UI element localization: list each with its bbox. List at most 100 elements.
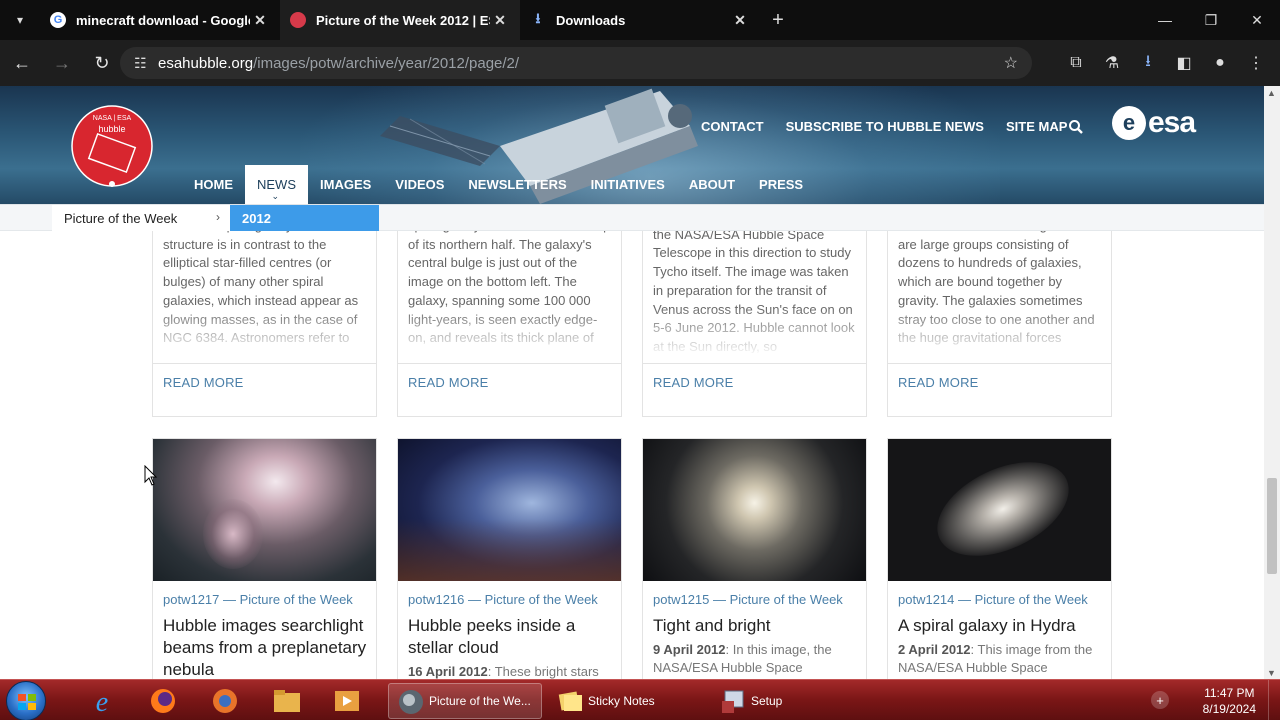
restore-icon[interactable]: ❐: [1188, 0, 1234, 40]
esa-logo[interactable]: e esa: [1112, 106, 1196, 140]
show-desktop-button[interactable]: [1268, 680, 1280, 720]
toolbar-actions: ⧉ ⚗ ⭳ ◧ ● ⋮: [1058, 45, 1274, 81]
nav-news[interactable]: NEWS ⌄: [245, 165, 308, 204]
start-button[interactable]: [6, 681, 46, 720]
play-glyph: [335, 691, 359, 711]
system-clock[interactable]: 11:47 PM 8/19/2024: [1203, 685, 1256, 717]
potw-card[interactable]: potw1215 — Picture of the Week Tight and…: [642, 438, 867, 679]
potw-card[interactable]: potw1216 — Picture of the Week Hubble pe…: [397, 438, 622, 679]
notification-tray-icon[interactable]: +: [1151, 691, 1169, 709]
hubble-icon: [399, 690, 423, 714]
potw-id-link[interactable]: potw1214 — Picture of the Week: [898, 592, 1088, 607]
nav-press[interactable]: PRESS: [747, 165, 815, 204]
tab-title: Picture of the Week 2012 | ESA: [316, 12, 490, 28]
reload-icon[interactable]: ↻: [84, 45, 120, 81]
potw-id-link[interactable]: potw1217 — Picture of the Week: [163, 592, 353, 607]
read-more-link[interactable]: READ MORE: [898, 375, 979, 390]
potw-title[interactable]: Tight and bright: [653, 615, 859, 637]
nebula-thumbnail[interactable]: [153, 439, 376, 581]
ie-icon[interactable]: e: [80, 684, 124, 718]
close-icon[interactable]: ✕: [730, 12, 750, 29]
potw-card[interactable]: potw1217 — Picture of the Week Hubble im…: [152, 438, 377, 679]
nav-newsletters[interactable]: NEWSLETTERS: [456, 165, 578, 204]
site-info-icon[interactable]: ☷: [134, 55, 156, 72]
bookmark-star-icon[interactable]: ☆: [1004, 53, 1018, 73]
read-more-link[interactable]: READ MORE: [408, 375, 489, 390]
firefox-icon[interactable]: [141, 684, 185, 718]
clock-date: 8/19/2024: [1202, 702, 1256, 716]
extensions-icon[interactable]: ⧉: [1058, 45, 1094, 81]
mouse-cursor-icon: [144, 465, 158, 486]
potw-card[interactable]: potw1214 — Picture of the Week A spiral …: [887, 438, 1112, 679]
potw-id-link[interactable]: potw1216 — Picture of the Week: [408, 592, 598, 607]
forward-icon[interactable]: →: [44, 45, 80, 81]
breadcrumb-potw-label: Picture of the Week: [64, 210, 178, 226]
read-more-link[interactable]: READ MORE: [163, 375, 244, 390]
labs-icon[interactable]: ⚗: [1094, 45, 1130, 81]
close-window-icon[interactable]: ✕: [1234, 0, 1280, 40]
close-icon[interactable]: ✕: [250, 12, 270, 29]
file-explorer-icon[interactable]: [265, 684, 309, 718]
task-label: Setup: [751, 694, 783, 708]
menu-icon[interactable]: ⋮: [1238, 45, 1274, 81]
card-excerpt: spiral galaxy and took this close-up of …: [397, 231, 622, 417]
nav-sitemap[interactable]: SITE MAP: [1006, 119, 1067, 134]
scroll-up-icon[interactable]: ▲: [1267, 88, 1276, 98]
video-app-icon[interactable]: [325, 684, 369, 718]
potw-date: 16 April 2012: These bright stars: [408, 663, 614, 679]
stellar-cloud-thumbnail[interactable]: [398, 439, 621, 581]
potw-date-value: 16 April 2012: [408, 664, 488, 679]
potw-id-link[interactable]: potw1215 — Picture of the Week: [653, 592, 843, 607]
breadcrumb-year[interactable]: 2012: [230, 205, 379, 231]
potw-title[interactable]: Hubble images searchlight beams from a p…: [163, 615, 369, 679]
scroll-down-icon[interactable]: ▼: [1267, 668, 1276, 678]
svg-text:e: e: [96, 687, 108, 716]
profile-icon[interactable]: ●: [1202, 45, 1238, 81]
hubble-icon: [290, 12, 306, 28]
potw-title[interactable]: A spiral galaxy in Hydra: [898, 615, 1104, 637]
back-icon[interactable]: ←: [4, 45, 40, 81]
cluster-thumbnail[interactable]: [643, 439, 866, 581]
browser-toolbar: ← → ↻ ☷ esahubble.org/images/potw/archiv…: [0, 40, 1280, 86]
nav-images[interactable]: IMAGES: [308, 165, 383, 204]
nav-videos[interactable]: VIDEOS: [383, 165, 456, 204]
media-player-icon[interactable]: [203, 684, 247, 718]
new-tab-icon[interactable]: +: [760, 9, 796, 32]
tab-google[interactable]: G minecraft download - Google ✕: [40, 0, 280, 40]
tab-search-icon[interactable]: ▾: [0, 0, 40, 40]
galaxy-thumbnail[interactable]: [888, 439, 1111, 581]
nav-subscribe[interactable]: SUBSCRIBE TO HUBBLE NEWS: [786, 119, 984, 134]
minimize-icon[interactable]: —: [1142, 0, 1188, 40]
tab-esa-potw[interactable]: Picture of the Week 2012 | ESA ✕: [280, 0, 520, 40]
potw-title[interactable]: Hubble peeks inside a stellar cloud: [408, 615, 614, 659]
scrollbar-thumb[interactable]: [1267, 478, 1277, 574]
address-bar[interactable]: ☷ esahubble.org/images/potw/archive/year…: [120, 47, 1032, 79]
card-excerpt: of the storm. Clusters of galaxies are l…: [887, 231, 1112, 417]
firefox-glyph: [151, 689, 175, 713]
search-icon[interactable]: [1068, 119, 1084, 135]
clock-time: 11:47 PM: [1204, 686, 1255, 700]
close-icon[interactable]: ✕: [490, 12, 510, 29]
task-setup[interactable]: Setup: [711, 683, 831, 719]
page-scrollbar[interactable]: ▲ ▼: [1264, 86, 1280, 680]
nav-initiatives[interactable]: INITIATIVES: [579, 165, 677, 204]
read-more-link[interactable]: READ MORE: [653, 375, 734, 390]
task-sticky-notes[interactable]: Sticky Notes: [548, 683, 698, 719]
download-icon[interactable]: ⭳: [1130, 45, 1166, 81]
nav-contact[interactable]: CONTACT: [701, 119, 764, 134]
tab-title: Downloads: [556, 12, 626, 28]
breadcrumb-potw[interactable]: Picture of the Week ›: [52, 205, 230, 231]
nav-home[interactable]: HOME: [182, 165, 245, 204]
windows-logo-icon: [18, 694, 36, 710]
tab-downloads[interactable]: ⭳ Downloads ✕: [520, 0, 760, 40]
task-browser[interactable]: Picture of the We...: [388, 683, 542, 719]
potw-desc: : These bright stars: [487, 664, 599, 679]
sidepanel-icon[interactable]: ◧: [1166, 45, 1202, 81]
folder-glyph: [274, 690, 300, 712]
potw-date-value: 2 April 2012: [898, 642, 971, 657]
nav-about[interactable]: ABOUT: [677, 165, 747, 204]
google-icon: G: [50, 12, 66, 28]
potw-date-value: 9 April 2012: [653, 642, 726, 657]
chevron-down-icon: ⌄: [271, 191, 280, 201]
excerpt-fade: [643, 307, 866, 357]
